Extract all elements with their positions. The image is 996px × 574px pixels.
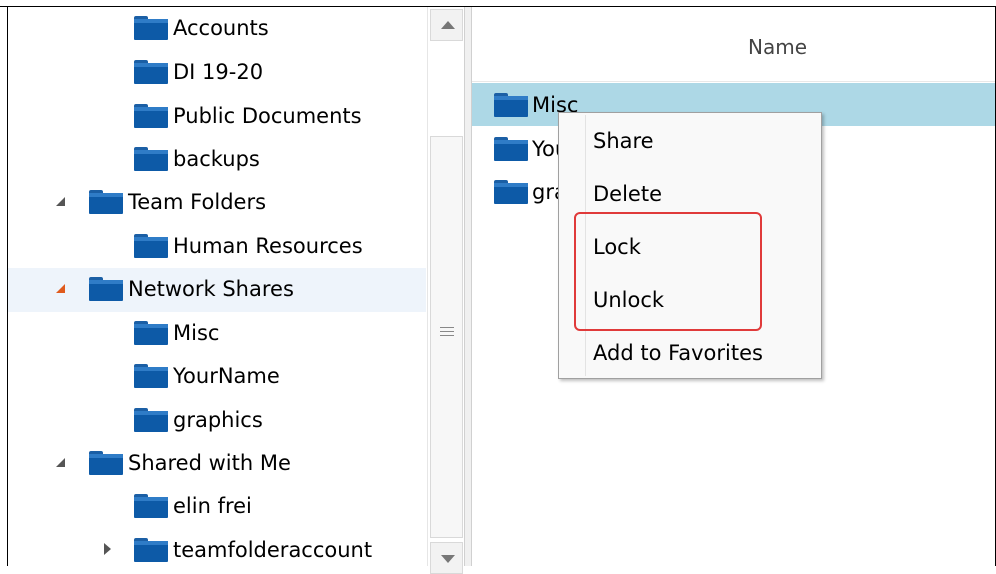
tree-item-label: Public Documents (173, 104, 362, 128)
folder-icon (494, 180, 528, 204)
expand-toggle-icon[interactable] (104, 543, 111, 555)
tree-item-backups[interactable]: backups (8, 138, 426, 182)
scroll-down-button[interactable] (430, 542, 463, 574)
tree-item-label: backups (173, 147, 260, 171)
expand-toggle-icon[interactable] (56, 197, 65, 206)
tree-scrollbar[interactable] (427, 7, 464, 574)
tree-item-misc[interactable]: Misc (8, 312, 426, 356)
tree-item-network-shares[interactable]: Network Shares (8, 268, 426, 312)
scroll-thumb[interactable] (430, 136, 463, 538)
tree-item-elin-frei[interactable]: elin frei (8, 485, 426, 529)
column-header-label: Name (748, 35, 808, 59)
tree-item-label: Accounts (173, 16, 269, 40)
chevron-down-icon (441, 555, 455, 563)
menu-item-add-to-favorites[interactable]: Add to Favorites (593, 335, 815, 371)
grip-icon (440, 327, 454, 339)
folder-icon (134, 104, 168, 128)
tree-item-label: DI 19-20 (173, 60, 264, 84)
folder-tree: Accounts DI 19-20 Public Documents backu… (8, 7, 426, 566)
folder-icon (494, 93, 528, 117)
tree-item-yourname[interactable]: YourName (8, 355, 426, 399)
expand-toggle-icon[interactable] (56, 284, 65, 293)
tree-item-label: elin frei (173, 494, 252, 518)
tree-item-label: Human Resources (173, 234, 363, 258)
folder-icon (89, 277, 123, 301)
menu-item-share[interactable]: Share (593, 123, 815, 159)
folder-icon (134, 147, 168, 171)
tree-item-label: YourName (173, 364, 280, 388)
tree-item-human-resources[interactable]: Human Resources (8, 225, 426, 269)
tree-item-public-documents[interactable]: Public Documents (8, 95, 426, 139)
tree-item-accounts[interactable]: Accounts (8, 7, 426, 51)
tree-item-di-19-20[interactable]: DI 19-20 (8, 51, 426, 95)
column-header-name[interactable]: Name (472, 7, 995, 82)
tree-item-team-folders[interactable]: Team Folders (8, 181, 426, 225)
folder-icon (134, 408, 168, 432)
tree-item-teamfolderaccount[interactable]: teamfolderaccount (8, 529, 426, 566)
tree-item-label: Team Folders (128, 190, 267, 214)
folder-icon (134, 364, 168, 388)
folder-icon (134, 321, 168, 345)
folder-icon (134, 16, 168, 40)
tree-item-label: Network Shares (128, 277, 294, 301)
folder-icon (134, 234, 168, 258)
pane-splitter[interactable] (464, 7, 472, 566)
tree-item-shared-with-me[interactable]: Shared with Me (8, 442, 426, 486)
menu-item-delete[interactable]: Delete (593, 176, 815, 212)
folder-icon (89, 451, 123, 475)
tree-item-label: Shared with Me (128, 451, 291, 475)
tree-item-graphics[interactable]: graphics (8, 399, 426, 443)
folder-icon (134, 60, 168, 84)
scroll-up-button[interactable] (430, 9, 463, 41)
tree-item-label: graphics (173, 408, 263, 432)
chevron-up-icon (441, 21, 455, 29)
tree-item-label: teamfolderaccount (173, 538, 373, 562)
folder-icon (89, 190, 123, 214)
tree-item-label: Misc (173, 321, 220, 345)
highlight-annotation (574, 212, 762, 331)
folder-icon (134, 538, 168, 562)
folder-icon (494, 137, 528, 161)
expand-toggle-icon[interactable] (56, 458, 65, 467)
folder-icon (134, 494, 168, 518)
